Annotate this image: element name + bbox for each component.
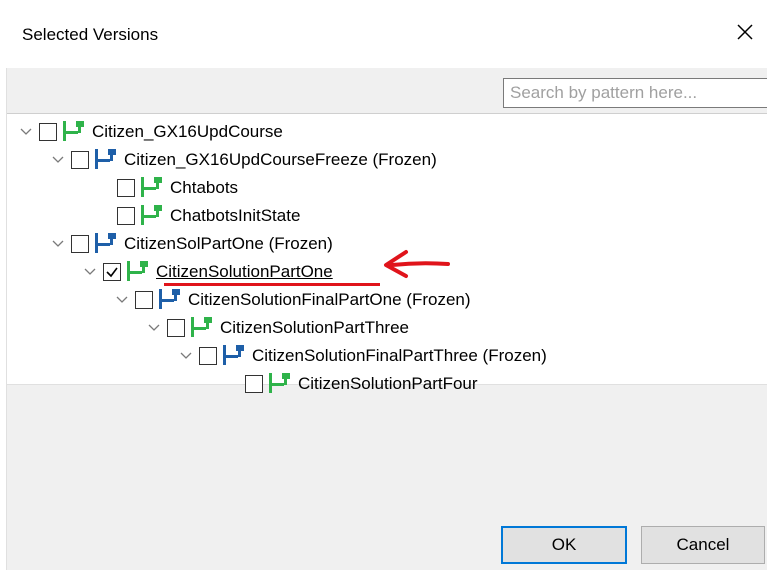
annotation-underline	[164, 283, 380, 286]
red-arrow-icon	[380, 248, 450, 282]
tree-node[interactable]: CitizenSolutionFinalPartThree (Frozen)	[173, 342, 547, 370]
tree-node-label: Citizen_GX16UpdCourse	[92, 122, 283, 141]
tree-node-checkbox[interactable]	[199, 347, 217, 365]
tree-node[interactable]: CitizenSolutionPartFour	[219, 370, 478, 398]
tree-node-label: ChatbotsInitState	[170, 206, 301, 225]
tree-node[interactable]: CitizenSolutionPartThree	[141, 314, 409, 342]
tree-node-checkbox[interactable]	[103, 263, 121, 281]
version-tree-blue-frozen-icon	[156, 287, 182, 313]
chevron-down-icon[interactable]	[45, 230, 71, 258]
tree-node-checkbox[interactable]	[245, 375, 263, 393]
tree-node-label: CitizenSolutionFinalPartOne (Frozen)	[188, 290, 471, 309]
tree-node-label: CitizenSolPartOne (Frozen)	[124, 234, 333, 253]
dialog-title: Selected Versions	[22, 25, 159, 44]
ok-button[interactable]: OK	[501, 526, 627, 564]
chevron-down-icon[interactable]	[109, 286, 135, 314]
tree-node-checkbox[interactable]	[71, 235, 89, 253]
version-tree-green-icon	[138, 203, 164, 229]
tree-node-checkbox[interactable]	[167, 319, 185, 337]
tree-node[interactable]: CitizenSolutionPartOne	[77, 258, 333, 286]
tree-node[interactable]: Citizen_GX16UpdCourseFreeze (Frozen)	[45, 146, 437, 174]
tree-node-checkbox[interactable]	[117, 179, 135, 197]
tree-node[interactable]: ChatbotsInitState	[91, 202, 300, 230]
chevron-down-icon[interactable]	[173, 342, 199, 370]
chevron-down-icon[interactable]	[77, 258, 103, 286]
version-tree-blue-frozen-icon	[92, 147, 118, 173]
version-tree-green-icon	[138, 175, 164, 201]
version-tree-blue-frozen-icon	[220, 343, 246, 369]
tree-node-label: Chtabots	[170, 178, 239, 197]
dialog-client: Citizen_GX16UpdCourse Citizen_GX16UpdCou…	[6, 68, 767, 570]
chevron-down-icon[interactable]	[141, 314, 167, 342]
cancel-button[interactable]: Cancel	[641, 526, 765, 564]
tree-node-label: CitizenSolutionPartThree	[220, 318, 409, 337]
close-button[interactable]	[727, 14, 763, 50]
version-tree-green-icon	[266, 371, 292, 397]
version-tree-green-icon	[60, 119, 86, 145]
version-tree-green-icon	[124, 259, 150, 285]
search-input[interactable]	[503, 78, 767, 108]
dialog-titlebar: Selected Versions	[0, 0, 767, 68]
tree-node-label: CitizenSolutionFinalPartThree (Frozen)	[252, 346, 547, 365]
version-tree-green-icon	[188, 315, 214, 341]
tree-node-checkbox[interactable]	[135, 291, 153, 309]
tree-node-checkbox[interactable]	[117, 207, 135, 225]
tree-node-label: CitizenSolutionPartFour	[298, 374, 478, 393]
tree-node[interactable]: CitizenSolPartOne (Frozen)	[45, 230, 333, 258]
tree-node-label: CitizenSolutionPartOne	[156, 262, 333, 281]
tree-node[interactable]: Chtabots	[91, 174, 238, 202]
chevron-down-icon[interactable]	[45, 146, 71, 174]
checkmark-icon	[106, 267, 118, 278]
tree-node-checkbox[interactable]	[71, 151, 89, 169]
tree-node-checkbox[interactable]	[39, 123, 57, 141]
close-icon	[737, 24, 753, 40]
tree-node-label: Citizen_GX16UpdCourseFreeze (Frozen)	[124, 150, 437, 169]
version-tree-blue-frozen-icon	[92, 231, 118, 257]
tree-node[interactable]: CitizenSolutionFinalPartOne (Frozen)	[109, 286, 471, 314]
tree-node[interactable]: Citizen_GX16UpdCourse	[13, 118, 283, 146]
chevron-down-icon[interactable]	[13, 118, 39, 146]
